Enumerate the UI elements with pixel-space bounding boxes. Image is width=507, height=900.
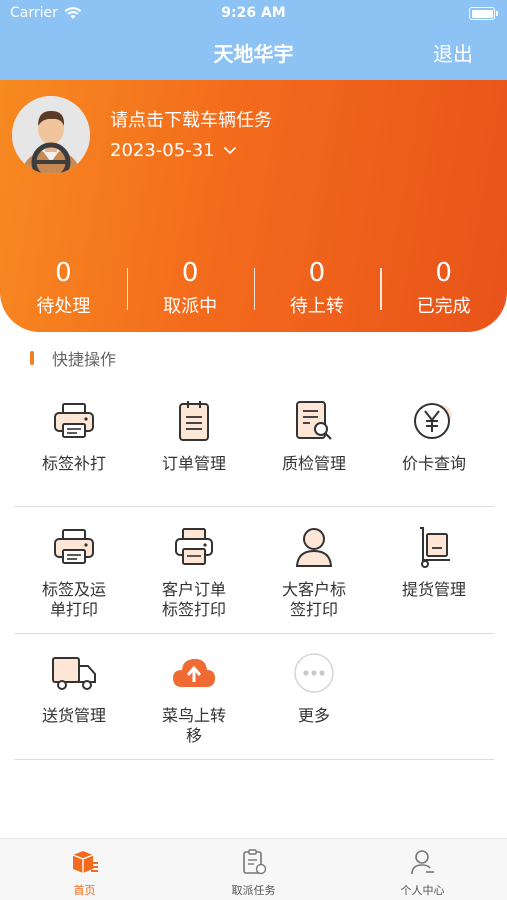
action-label: 订单管理 — [161, 454, 226, 473]
quick-actions-row: 标签补打 订单管理 质检管理 价卡查询 — [14, 398, 494, 506]
tab-pickup-delivery-tasks[interactable]: 取派任务 — [169, 839, 338, 900]
stat-label: 待上转 — [289, 296, 344, 317]
yen-icon — [414, 403, 452, 439]
stat-label: 待处理 — [36, 296, 91, 317]
stat-label: 已完成 — [416, 296, 471, 317]
task-clipboard-icon — [242, 849, 266, 875]
top-bar: Carrier 9:26 AM 天地华宇 退出 — [0, 0, 507, 80]
inspection-doc-icon — [296, 401, 332, 440]
stat-value: 0 — [435, 258, 452, 288]
task-summary-card: 请点击下载车辆任务 2023-05-31 0 待处理 0 取派中 0 待上转 0… — [0, 80, 507, 332]
user-icon — [410, 850, 434, 875]
quick-actions-row: 标签及运单打印 客户订单标签打印 大客户标签打印 提货管理 — [14, 524, 494, 634]
row-divider — [14, 506, 494, 507]
status-bar: Carrier 9:26 AM — [0, 0, 507, 28]
stat-value: 0 — [308, 258, 326, 288]
cloud-upload-icon — [173, 659, 215, 687]
hand-truck-icon — [420, 527, 450, 568]
action-label: 质检管理 — [281, 454, 346, 473]
section-marker — [30, 351, 34, 365]
stat-value: 0 — [55, 258, 72, 288]
label-waybill-print-button[interactable]: 标签及运单打印 — [14, 524, 134, 634]
date-selector[interactable]: 2023-05-31 — [110, 140, 237, 161]
action-label: 价卡查询 — [401, 454, 466, 473]
bottom-tab-bar: 首页 取派任务 个人中心 — [0, 838, 507, 900]
logout-button[interactable]: 退出 — [433, 38, 473, 67]
printer-paper-icon — [175, 528, 213, 565]
tab-home[interactable]: 首页 — [0, 839, 169, 900]
quality-inspection-button[interactable]: 质检管理 — [254, 398, 374, 506]
date-value: 2023-05-31 — [110, 140, 215, 161]
tab-label: 个人中心 — [400, 884, 445, 897]
stat-label: 取派中 — [163, 296, 218, 317]
delivery-management-button[interactable]: 送货管理 — [14, 650, 134, 760]
action-label: 更多 — [297, 706, 330, 725]
pickup-management-button[interactable]: 提货管理 — [374, 524, 494, 634]
more-button[interactable]: 更多 — [254, 650, 374, 760]
quick-actions-header: 快捷操作 — [30, 346, 116, 370]
driver-avatar-icon — [12, 96, 90, 174]
clipboard-icon — [179, 401, 209, 441]
stat-completed[interactable]: 0 已完成 — [380, 258, 507, 318]
stat-in-progress[interactable]: 0 取派中 — [126, 258, 254, 318]
action-label: 客户订单标签打印 — [161, 580, 226, 619]
tab-profile[interactable]: 个人中心 — [338, 839, 507, 900]
action-label: 标签补打 — [41, 454, 106, 473]
stat-value: 0 — [181, 258, 199, 288]
page-title: 天地华宇 — [213, 42, 294, 66]
quick-actions-row: 送货管理 菜鸟上转移 更多 — [14, 650, 494, 760]
person-icon — [295, 528, 333, 567]
row-divider — [14, 633, 494, 634]
label-reprint-button[interactable]: 标签补打 — [14, 398, 134, 506]
more-icon — [294, 653, 334, 693]
customer-order-label-print-button[interactable]: 客户订单标签打印 — [134, 524, 254, 634]
tab-label: 取派任务 — [231, 884, 276, 897]
row-divider — [14, 759, 494, 760]
cainiao-transfer-button[interactable]: 菜鸟上转移 — [134, 650, 254, 760]
stat-to-transfer[interactable]: 0 待上转 — [253, 258, 381, 318]
chevron-down-icon — [223, 146, 236, 155]
action-label: 提货管理 — [401, 580, 466, 599]
printer-icon — [54, 403, 94, 438]
action-label: 大客户标签打印 — [281, 580, 346, 619]
price-card-query-button[interactable]: 价卡查询 — [374, 398, 494, 506]
tab-label: 首页 — [73, 884, 96, 897]
delivery-truck-icon — [52, 657, 96, 690]
key-account-label-print-button[interactable]: 大客户标签打印 — [254, 524, 374, 634]
battery-icon — [469, 7, 498, 20]
driver-avatar — [12, 96, 90, 174]
download-task-prompt[interactable]: 请点击下载车辆任务 — [110, 106, 272, 132]
stat-pending[interactable]: 0 待处理 — [0, 258, 127, 318]
home-box-icon — [72, 851, 98, 873]
quick-actions-title: 快捷操作 — [52, 350, 117, 369]
printer-icon — [54, 529, 94, 564]
action-label: 菜鸟上转移 — [161, 706, 226, 745]
action-label: 标签及运单打印 — [41, 580, 106, 619]
action-label: 送货管理 — [41, 706, 106, 725]
order-management-button[interactable]: 订单管理 — [134, 398, 254, 506]
status-time: 9:26 AM — [221, 5, 286, 21]
task-stats: 0 待处理 0 取派中 0 待上转 0 已完成 — [0, 258, 507, 318]
